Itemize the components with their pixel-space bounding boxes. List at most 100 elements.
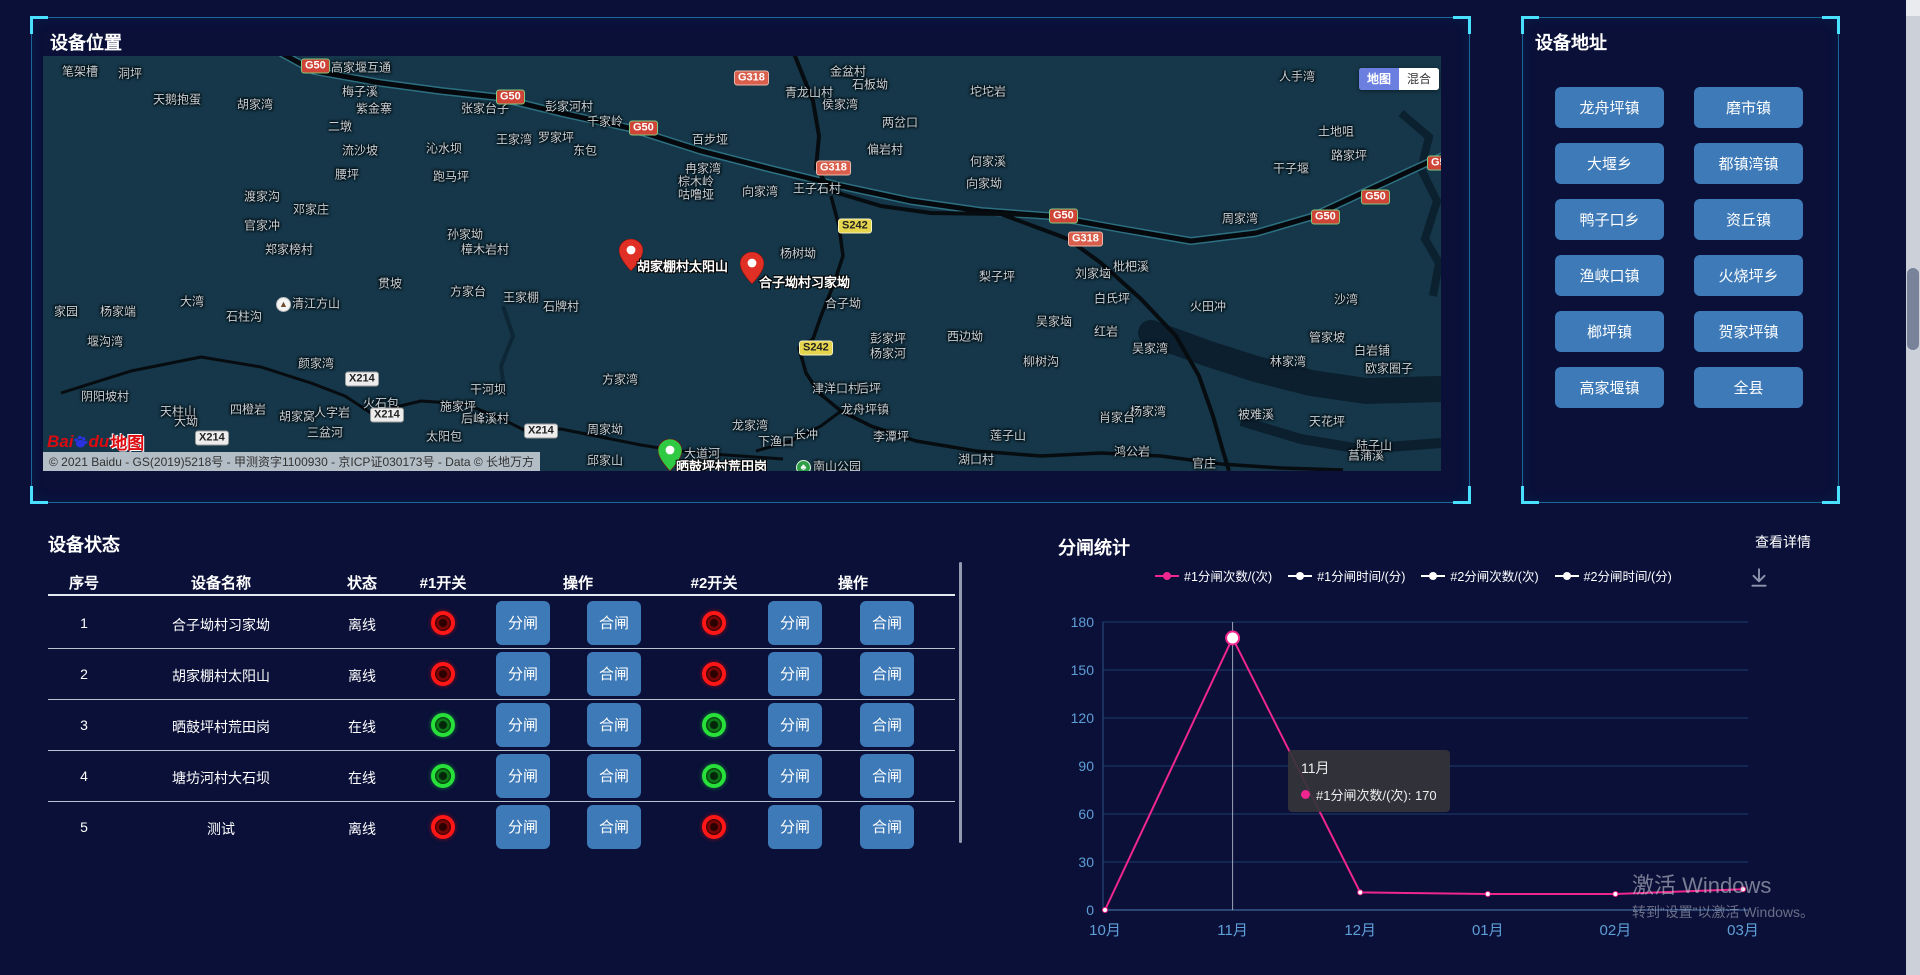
address-button-11[interactable]: 高家堰镇 [1555,367,1664,408]
open-switch2-button[interactable]: 分闸 [768,652,822,696]
legend-item-4[interactable]: #2分闸时间/(分) [1555,566,1672,585]
address-button-6[interactable]: 资丘镇 [1694,199,1803,240]
map-place-label: 咕噜垭 [678,186,714,203]
close-switch2-button[interactable]: 合闸 [860,805,914,849]
baidu-paw-icon [73,434,88,449]
close-switch2-button[interactable]: 合闸 [860,601,914,645]
address-button-1[interactable]: 龙舟坪镇 [1555,87,1664,128]
close-switch1-button[interactable]: 合闸 [587,601,641,645]
map-place-label: 南山公园 [813,458,861,472]
map-place-label: 何家溪 [970,153,1006,170]
map-place-label: 王子石村 [793,180,841,197]
address-button-3[interactable]: 大堰乡 [1555,143,1664,184]
open-switch1-button[interactable]: 分闸 [496,652,550,696]
download-icon[interactable] [1748,567,1770,589]
device-status: 在线 [348,768,376,788]
map-place-label: 方家台 [450,283,486,300]
map-place-label: 杨树坳 [780,245,816,262]
map-place-label: 欧家圈子 [1365,360,1413,377]
table-scrollbar[interactable] [959,562,962,843]
switch2-indicator [702,713,726,737]
baidu-map[interactable]: 笔架槽洞坪天鹅抱蛋胡家湾高家堰互通梅子溪紫金寨二墩流沙坡沁水坝张家台子彭家河村千… [43,56,1441,471]
view-detail-link[interactable]: 查看详情 [1755,532,1811,552]
open-switch1-button[interactable]: 分闸 [496,601,550,645]
address-button-4[interactable]: 都镇湾镇 [1694,143,1803,184]
close-switch1-button[interactable]: 合闸 [587,805,641,849]
close-switch1-button[interactable]: 合闸 [587,754,641,798]
map-place-label: 枇杷溪 [1113,258,1149,275]
close-switch2-button[interactable]: 合闸 [860,703,914,747]
map-type-map-button[interactable]: 地图 [1359,68,1399,90]
map-place-label: 鸿公岩 [1114,443,1150,460]
map-place-label: 四橙岩 [230,401,266,418]
road-badge: G50 [496,90,525,105]
map-type-hybrid-button[interactable]: 混合 [1399,68,1439,90]
map-place-label: 坨坨岩 [970,83,1006,100]
legend-item-1[interactable]: #1分闸次数/(次) [1155,566,1272,585]
map-place-label: 吴家垴 [1036,313,1072,330]
close-switch1-button[interactable]: 合闸 [587,703,641,747]
row-index: 5 [80,819,88,835]
road-badge: G50 [1049,209,1078,224]
road-badge: G50 [1311,210,1340,225]
map-place-label: 石牌村 [543,298,579,315]
svg-text:180: 180 [1071,614,1095,630]
road-badge: G50 [301,59,330,74]
map-place-label: 胡家湾 [237,96,273,113]
svg-text:0: 0 [1086,902,1094,918]
windows-watermark-line1: 激活 Windows [1632,868,1771,900]
map-place-label: 偏岩村 [867,141,903,158]
legend-item-3[interactable]: #2分闸次数/(次) [1421,566,1538,585]
map-place-label: 清江方山 [292,295,340,312]
address-button-10[interactable]: 贺家坪镇 [1694,311,1803,352]
svg-text:120: 120 [1071,710,1095,726]
map-place-label: 向家湾 [742,183,778,200]
page-scrollbar[interactable] [1906,0,1920,975]
address-button-2[interactable]: 磨市镇 [1694,87,1803,128]
map-place-label: 龙家湾 [732,417,768,434]
switch1-indicator [431,815,455,839]
map-place-label: 千家岭 [587,113,623,130]
open-switch1-button[interactable]: 分闸 [496,805,550,849]
address-button-9[interactable]: 榔坪镇 [1555,311,1664,352]
map-place-label: 白岩铺 [1354,342,1390,359]
table-header-5: 操作 [563,572,593,593]
map-place-label: 周家坳 [587,421,623,438]
map-place-label: 人手湾 [1279,68,1315,85]
scrollbar-thumb[interactable] [1907,268,1919,350]
close-switch1-button[interactable]: 合闸 [587,652,641,696]
address-button-7[interactable]: 渔峡口镇 [1555,255,1664,296]
open-switch2-button[interactable]: 分闸 [768,703,822,747]
address-button-8[interactable]: 火烧坪乡 [1694,255,1803,296]
address-button-5[interactable]: 鸭子口乡 [1555,199,1664,240]
map-place-label: 津洋口村 [812,380,860,397]
road-badge: G318 [1068,232,1103,247]
open-switch2-button[interactable]: 分闸 [768,601,822,645]
row-index: 2 [80,666,88,682]
map-type-control: 地图 混合 [1359,68,1439,90]
close-switch2-button[interactable]: 合闸 [860,652,914,696]
map-place-label: 土地咀 [1318,123,1354,140]
open-switch1-button[interactable]: 分闸 [496,703,550,747]
tooltip-series-dot [1301,790,1310,799]
map-place-label: 大坳 [174,413,198,430]
close-switch2-button[interactable]: 合闸 [860,754,914,798]
address-panel-title: 设备地址 [1535,29,1607,55]
address-button-12[interactable]: 全县 [1694,367,1803,408]
baidu-logo-text: Bai [47,432,73,452]
map-place-label: 三盆河 [307,424,343,441]
legend-marker [1555,575,1579,577]
tooltip-month: 11月 [1301,758,1437,778]
open-switch1-button[interactable]: 分闸 [496,754,550,798]
road-badge: G50 [1361,190,1390,205]
open-switch2-button[interactable]: 分闸 [768,754,822,798]
legend-label: #2分闸时间/(分) [1584,566,1672,585]
map-place-label: 白氏坪 [1094,290,1130,307]
windows-watermark-line2: 转到“设置”以激活 Windows。 [1632,902,1814,922]
table-header-6: #2开关 [691,572,738,593]
legend-item-2[interactable]: #1分闸时间/(分) [1288,566,1405,585]
map-place-label: 天花坪 [1309,413,1345,430]
open-switch2-button[interactable]: 分闸 [768,805,822,849]
baidu-logo-suffix: 地图 [110,429,144,454]
table-row-divider [48,750,955,751]
